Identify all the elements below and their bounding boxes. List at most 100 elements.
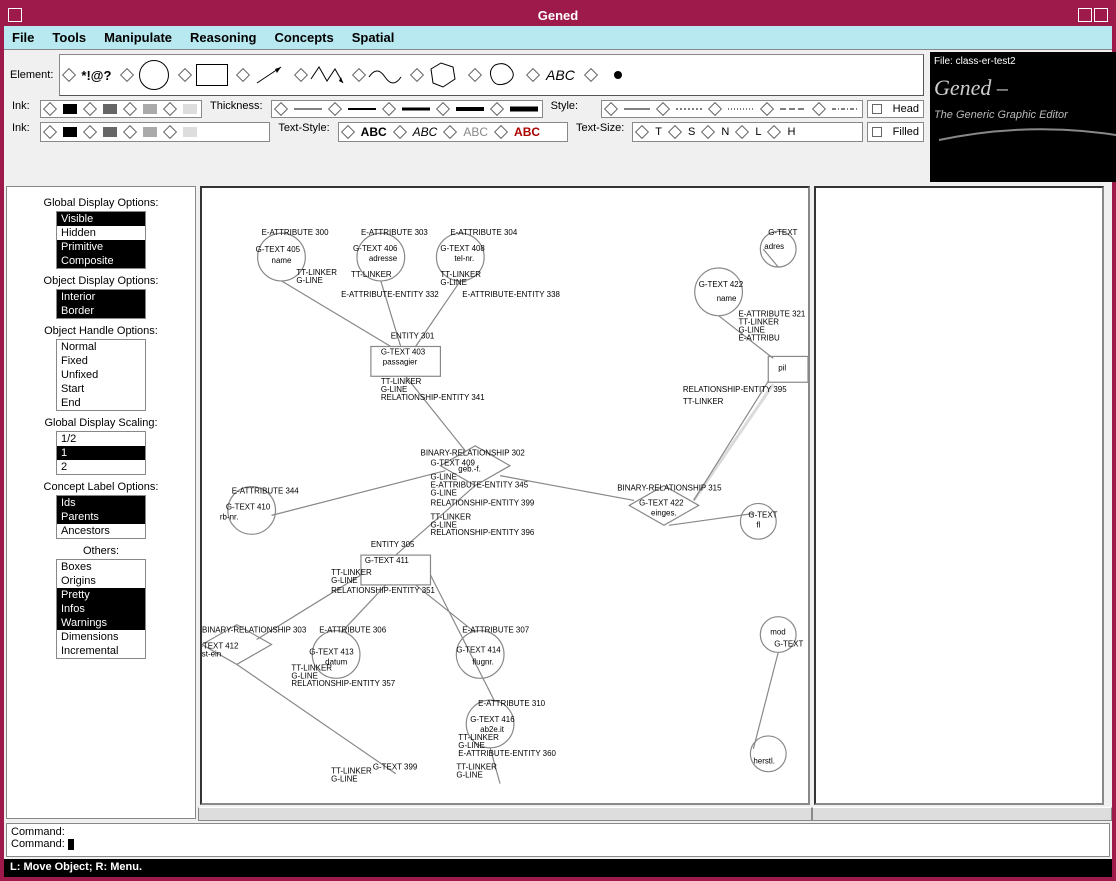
- diagram-label: flugnr.: [472, 657, 494, 666]
- element-toolbar: *!@? ABC: [59, 54, 924, 96]
- element-curve[interactable]: [354, 59, 406, 91]
- diagram-label: G-TEXT 403: [381, 347, 426, 356]
- option-incremental[interactable]: Incremental: [57, 644, 145, 658]
- diagram-label: rb-nr.: [220, 512, 239, 521]
- textsize-label: Text-Size:: [572, 122, 628, 142]
- diagram-label: RELATIONSHIP-ENTITY 395: [683, 385, 787, 394]
- diagram-label: RELATIONSHIP-ENTITY 351: [331, 586, 435, 595]
- element-rect[interactable]: [180, 59, 232, 91]
- ink-label: Ink:: [8, 100, 36, 118]
- diagram-label: E-ATTRIBUTE 310: [478, 699, 545, 708]
- option-ids[interactable]: Ids: [57, 496, 145, 510]
- option-ancestors[interactable]: Ancestors: [57, 524, 145, 538]
- option-primitive[interactable]: Primitive: [57, 240, 145, 254]
- option-interior[interactable]: Interior: [57, 290, 145, 304]
- option-pretty[interactable]: Pretty: [57, 588, 145, 602]
- diagram-label: einges.: [651, 508, 677, 517]
- filled-toggle[interactable]: Filled: [867, 122, 924, 142]
- diagram-label: name: [717, 294, 737, 303]
- menu-manipulate[interactable]: Manipulate: [104, 30, 172, 45]
- command-area[interactable]: Command: Command:: [6, 823, 1110, 857]
- options-heading-globalDisplay: Global Display Options:: [11, 197, 191, 209]
- menu-spatial[interactable]: Spatial: [352, 30, 395, 45]
- menu-concepts[interactable]: Concepts: [274, 30, 333, 45]
- diagram-label: G-TEXT 406: [353, 244, 398, 253]
- option-hidden[interactable]: Hidden: [57, 226, 145, 240]
- option-1[interactable]: 1: [57, 446, 145, 460]
- option-composite[interactable]: Composite: [57, 254, 145, 268]
- main-canvas[interactable]: E-ATTRIBUTE 300G-TEXT 405nameTT-LINKERG-…: [200, 186, 810, 805]
- diagram-label: G-LINE: [331, 775, 357, 784]
- diagram-label: herstl.: [753, 757, 775, 766]
- option-dimensions[interactable]: Dimensions: [57, 630, 145, 644]
- element-text[interactable]: ABC: [528, 59, 580, 91]
- canvas2-scrollbar-h[interactable]: [812, 807, 1112, 821]
- option-end[interactable]: End: [57, 396, 145, 410]
- diagram-label: pil: [778, 363, 786, 372]
- element-circle[interactable]: [122, 59, 174, 91]
- diagram-label: G-TEXT 399: [373, 763, 418, 772]
- diagram-label: ENTITY 305: [371, 540, 415, 549]
- element-polygon[interactable]: [412, 59, 464, 91]
- app-subtitle: The Generic Graphic Editor: [934, 109, 1116, 121]
- linestyle-selector[interactable]: [601, 100, 863, 118]
- ink-selector-2[interactable]: [40, 122, 270, 142]
- diagram-label: adres: [764, 242, 784, 251]
- menu-reasoning[interactable]: Reasoning: [190, 30, 256, 45]
- diagram-label: E-ATTRIBU: [738, 334, 780, 343]
- system-menu-icon[interactable]: [8, 8, 22, 22]
- option-normal[interactable]: Normal: [57, 340, 145, 354]
- diagram-label: G-LINE: [440, 278, 466, 287]
- option-unfixed[interactable]: Unfixed: [57, 368, 145, 382]
- canvas-scrollbar-h[interactable]: [198, 807, 812, 821]
- option-parents[interactable]: Parents: [57, 510, 145, 524]
- ink2-label: Ink:: [8, 122, 36, 142]
- diagram-label: RELATIONSHIP-ENTITY 399: [430, 498, 534, 507]
- diagram-label: G-LINE: [456, 771, 482, 780]
- diagram-label: G-TEXT 414: [456, 645, 501, 654]
- style-label: Style:: [547, 100, 597, 118]
- diagram-label: BINARY-RELATIONSHIP 303: [202, 626, 307, 635]
- textstyle-label: Text-Style:: [274, 122, 333, 142]
- textstyle-selector[interactable]: ABC ABC ABC ABC: [338, 122, 568, 142]
- option-origins[interactable]: Origins: [57, 574, 145, 588]
- head-toggle[interactable]: Head: [867, 100, 924, 118]
- element-zigzag[interactable]: [296, 59, 348, 91]
- option-boxes[interactable]: Boxes: [57, 560, 145, 574]
- menu-file[interactable]: File: [12, 30, 34, 45]
- diagram-label: RELATIONSHIP-ENTITY 396: [430, 528, 534, 537]
- textsize-selector[interactable]: T S N L H: [632, 122, 862, 142]
- ink-selector-1[interactable]: [40, 100, 202, 118]
- options-heading-others: Others:: [11, 545, 191, 557]
- diagram-label: TT-LINKER: [351, 270, 392, 279]
- option-infos[interactable]: Infos: [57, 602, 145, 616]
- option-border[interactable]: Border: [57, 304, 145, 318]
- options-heading-concept: Concept Label Options:: [11, 481, 191, 493]
- diagram-label: BINARY-RELATIONSHIP 302: [421, 449, 526, 458]
- option-12[interactable]: 1/2: [57, 432, 145, 446]
- diagram-label: E-ATTRIBUTE-ENTITY 360: [458, 749, 556, 758]
- element-blob[interactable]: [470, 59, 522, 91]
- thickness-selector[interactable]: [271, 100, 543, 118]
- diagram-label: ist-ein: [202, 649, 221, 658]
- maximize-button[interactable]: [1094, 8, 1108, 22]
- option-visible[interactable]: Visible: [57, 212, 145, 226]
- menu-tools[interactable]: Tools: [52, 30, 86, 45]
- secondary-canvas[interactable]: [814, 186, 1104, 805]
- element-point[interactable]: [586, 59, 638, 91]
- diagram-label: fl: [756, 520, 760, 529]
- option-2[interactable]: 2: [57, 460, 145, 474]
- element-chars[interactable]: *!@?: [64, 59, 116, 91]
- diagram-label: TT-LINKER: [683, 397, 724, 406]
- option-start[interactable]: Start: [57, 382, 145, 396]
- diagram-label: G-TEXT 413: [309, 647, 354, 656]
- minimize-button[interactable]: [1078, 8, 1092, 22]
- element-arrow[interactable]: [238, 59, 290, 91]
- command-cursor: [68, 839, 74, 850]
- diagram-label: E-ATTRIBUTE 307: [462, 626, 529, 635]
- app-logo: Gened –: [934, 75, 1116, 101]
- diagram-label: G-LINE: [430, 489, 456, 498]
- option-warnings[interactable]: Warnings: [57, 616, 145, 630]
- option-fixed[interactable]: Fixed: [57, 354, 145, 368]
- window-title: Gened: [538, 8, 578, 23]
